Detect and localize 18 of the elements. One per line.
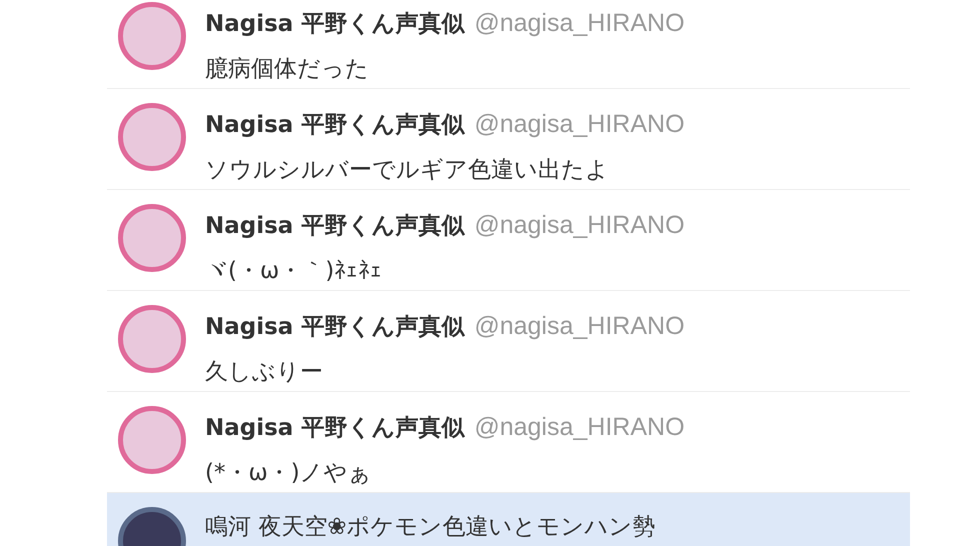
user-name: Nagisa 平野くん声真似 <box>205 111 464 140</box>
tweet-text: (*・ω・)ノやぁ <box>205 458 373 488</box>
user-name: 鳴河 夜天空❀ポケモン色違いとモンハン勢 <box>205 513 656 542</box>
tweet-text: ヾ(・ω・｀)ﾈｪﾈｪ <box>205 256 384 286</box>
user-handle: @nagisa_HIRANO <box>474 8 685 39</box>
user-name: Nagisa 平野くん声真似 <box>205 10 464 39</box>
user-handle: @nagisa_HIRANO <box>474 412 685 443</box>
tweet-text: 久しぶりー <box>205 358 324 386</box>
user-name: Nagisa 平野くん声真似 <box>205 212 464 241</box>
tweet-row[interactable]: Nagisa 平野くん声真似 @nagisa_HIRANO 臆病個体だった <box>107 0 910 89</box>
tweet-row[interactable]: 鳴河 夜天空❀ポケモン色違いとモンハン勢 <box>107 493 910 546</box>
user-handle: @nagisa_HIRANO <box>474 109 685 140</box>
tweet-text: 臆病個体だった <box>205 54 370 84</box>
user-name: Nagisa 平野くん声真似 <box>205 414 464 443</box>
user-name: Nagisa 平野くん声真似 <box>205 313 464 342</box>
user-handle: @nagisa_HIRANO <box>474 210 685 241</box>
user-handle: @nagisa_HIRANO <box>474 311 685 342</box>
tweet-text: ソウルシルバーでルギア色違い出たよ <box>205 156 610 184</box>
